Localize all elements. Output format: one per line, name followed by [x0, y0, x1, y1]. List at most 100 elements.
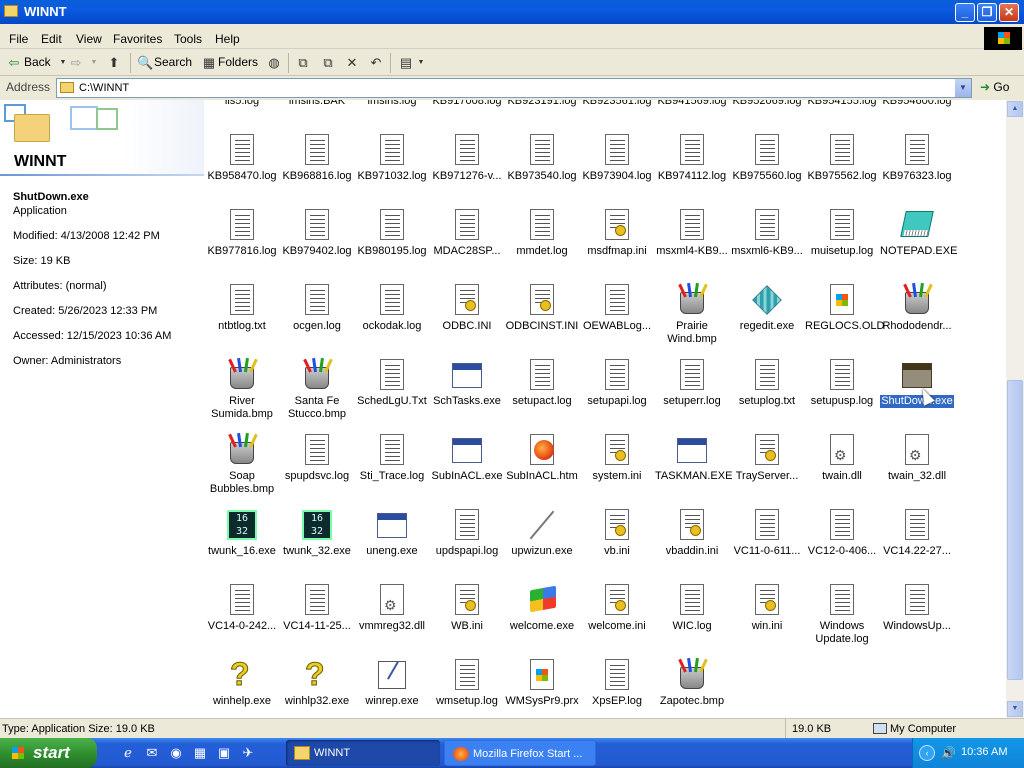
file-item[interactable]: XpsEP.log — [579, 659, 655, 708]
explorer-icon[interactable]: ▣ — [216, 745, 232, 761]
file-item[interactable]: Soap Bubbles.bmp — [204, 432, 280, 496]
file-item[interactable]: KB979402.log — [279, 209, 355, 258]
file-item[interactable]: TrayServer... — [729, 434, 805, 483]
file-item[interactable]: upwizun.exe — [504, 509, 580, 558]
file-item[interactable]: WMSysPr9.prx — [504, 659, 580, 708]
file-item[interactable]: win.ini — [729, 584, 805, 633]
file-item[interactable]: KB954155.log — [804, 100, 880, 108]
copy-to-icon[interactable]: ⧉ — [320, 55, 336, 71]
quicklaunch-icon[interactable]: ✈ — [240, 745, 256, 761]
speaker-icon[interactable]: 🔊 — [941, 746, 956, 760]
views-dropdown-icon[interactable]: ▼ — [413, 55, 429, 71]
file-item[interactable]: ShutDown.exe — [879, 359, 955, 408]
file-item[interactable]: WIC.log — [654, 584, 730, 633]
close-button[interactable]: ✕ — [999, 3, 1019, 22]
file-item[interactable]: Rhododendr... — [879, 282, 955, 333]
menu-file[interactable]: File — [9, 32, 28, 46]
file-item[interactable]: updspapi.log — [429, 509, 505, 558]
file-item[interactable]: KB954600.log — [879, 100, 955, 108]
file-item[interactable]: Prairie Wind.bmp — [654, 282, 730, 346]
file-item[interactable]: vb.ini — [579, 509, 655, 558]
file-item[interactable]: ODBCINST.INI — [504, 284, 580, 333]
title-bar[interactable]: WINNT _ ❐ ✕ — [0, 0, 1024, 24]
file-item[interactable]: wmsetup.log — [429, 659, 505, 708]
file-item[interactable]: Sti_Trace.log — [354, 434, 430, 483]
file-item[interactable]: setupact.log — [504, 359, 580, 408]
file-item[interactable]: setuperr.log — [654, 359, 730, 408]
file-item[interactable]: 16 32 twunk_16.exe — [204, 509, 280, 558]
address-input[interactable]: C:\WINNT ▼ — [56, 78, 972, 98]
up-folder-icon[interactable]: ⬆ — [106, 55, 122, 71]
file-item[interactable]: welcome.exe — [504, 584, 580, 633]
file-item[interactable]: ⚙ vmmreg32.dll — [354, 584, 430, 633]
menu-help[interactable]: Help — [215, 32, 240, 46]
file-item[interactable]: SchTasks.exe — [429, 359, 505, 408]
scroll-thumb[interactable] — [1007, 380, 1023, 680]
file-item[interactable]: ⚙ twain_32.dll — [879, 434, 955, 483]
vertical-scrollbar[interactable]: ▲ ▼ — [1006, 100, 1024, 718]
file-item[interactable]: ntbtlog.txt — [204, 284, 280, 333]
move-to-icon[interactable]: ⧉ — [295, 55, 311, 71]
task-winnt[interactable]: WINNT — [286, 740, 440, 766]
file-item[interactable]: KB971276-v... — [429, 134, 505, 183]
file-item[interactable]: KB971032.log — [354, 134, 430, 183]
file-item[interactable]: KB976323.log — [879, 134, 955, 183]
file-item[interactable]: Windows Update.log — [804, 584, 880, 646]
file-item[interactable]: uneng.exe — [354, 509, 430, 558]
file-item[interactable]: muisetup.log — [804, 209, 880, 258]
file-item[interactable]: KB973540.log — [504, 134, 580, 183]
file-item[interactable]: KB941569.log — [654, 100, 730, 108]
file-item[interactable]: VC14-11-25... — [279, 584, 355, 633]
search-button[interactable]: Search — [154, 55, 192, 69]
file-item[interactable]: VC12-0-406... — [804, 509, 880, 558]
file-item[interactable]: msxml4-KB9... — [654, 209, 730, 258]
file-item[interactable]: KB923561.log — [579, 100, 655, 108]
file-item[interactable]: KB974112.log — [654, 134, 730, 183]
file-item[interactable]: ? winhelp.exe — [204, 657, 280, 708]
file-item[interactable]: KB975562.log — [804, 134, 880, 183]
file-item[interactable]: River Sumida.bmp — [204, 357, 280, 421]
folders-button[interactable]: Folders — [218, 55, 258, 69]
file-item[interactable]: msdfmap.ini — [579, 209, 655, 258]
file-item[interactable]: ? winhlp32.exe — [279, 657, 355, 708]
file-item[interactable]: TASKMAN.EXE — [654, 434, 732, 483]
file-item[interactable]: VC14.22-27... — [879, 509, 955, 558]
file-item[interactable]: ⚙ twain.dll — [804, 434, 880, 483]
file-item[interactable]: mmdet.log — [504, 209, 580, 258]
file-item[interactable]: spupdsvc.log — [279, 434, 355, 483]
file-item[interactable]: KB923191.log — [504, 100, 580, 108]
file-item[interactable]: winrep.exe — [354, 659, 430, 708]
folder-sync-icon[interactable]: ◍ — [266, 55, 282, 71]
file-item[interactable]: VC11-0-611... — [729, 509, 805, 558]
file-item[interactable]: Santa Fe Stucco.bmp — [279, 357, 355, 421]
file-item[interactable]: setupapi.log — [579, 359, 655, 408]
file-item[interactable]: OEWABLog... — [579, 284, 655, 333]
scroll-up-arrow-icon[interactable]: ▲ — [1007, 101, 1023, 117]
file-item[interactable]: ODBC.INI — [429, 284, 505, 333]
file-item[interactable]: Zapotec.bmp — [654, 657, 730, 708]
go-button[interactable]: ➜ Go — [980, 80, 1009, 94]
maximize-button[interactable]: ❐ — [977, 3, 997, 22]
views-icon[interactable]: ▤ — [398, 55, 414, 71]
file-item[interactable]: KB952069.log — [729, 100, 805, 108]
file-item[interactable]: 16 32 twunk_32.exe — [279, 509, 355, 558]
file-item[interactable]: ocgen.log — [279, 284, 355, 333]
file-item[interactable]: imsins.log — [354, 100, 430, 108]
outlook-icon[interactable]: ✉ — [144, 745, 160, 761]
file-item[interactable]: KB958470.log — [204, 134, 280, 183]
file-item[interactable]: setuplog.txt — [729, 359, 805, 408]
file-item[interactable]: VC14-0-242... — [204, 584, 280, 633]
delete-icon[interactable]: ✕ — [344, 55, 360, 71]
file-item[interactable]: KB968816.log — [279, 134, 355, 183]
file-item[interactable]: KB977816.log — [204, 209, 280, 258]
notepad-icon[interactable]: ▦ — [192, 745, 208, 761]
file-item[interactable]: regedit.exe — [729, 284, 805, 333]
file-item[interactable]: KB973904.log — [579, 134, 655, 183]
start-button[interactable]: start — [0, 738, 97, 768]
file-item[interactable]: REGLOCS.OLD — [804, 284, 884, 333]
search-icon[interactable]: 🔍 — [137, 55, 153, 71]
menu-view[interactable]: View — [76, 32, 102, 46]
ie-icon[interactable]: ℯ — [120, 745, 136, 761]
forward-dropdown-icon[interactable]: ▼ — [86, 55, 102, 71]
show-hidden-icons-icon[interactable]: ‹ — [919, 745, 935, 761]
